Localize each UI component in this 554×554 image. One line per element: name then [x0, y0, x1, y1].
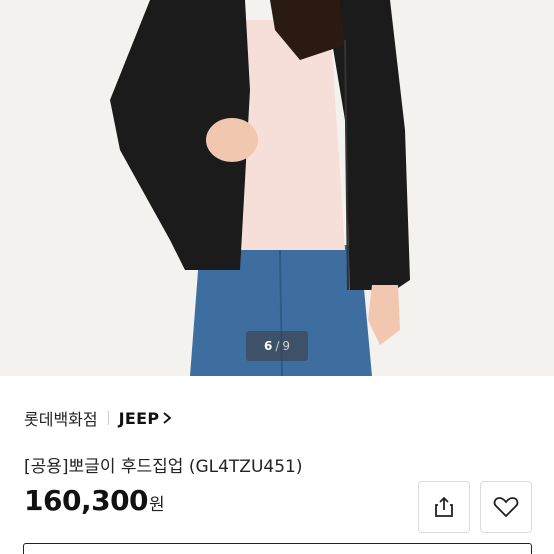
pager-current: 6 [263, 339, 273, 353]
pager-total: 9 [282, 339, 291, 353]
brand-link[interactable]: JEEP [119, 409, 160, 428]
share-button[interactable] [418, 481, 470, 533]
wishlist-button[interactable] [480, 481, 532, 533]
pager-separator: / [275, 339, 280, 353]
heart-icon [493, 497, 519, 518]
store-name[interactable]: 롯데백화점 [24, 406, 98, 430]
share-icon [435, 496, 453, 517]
product-title: [공용]뽀글이 후드집업 (GL4TZU451) [24, 457, 303, 477]
gallery-pager: 6 / 9 [246, 331, 308, 361]
divider [107, 411, 109, 425]
product-photo [0, 0, 554, 376]
brand-row: 롯데백화점 JEEP [24, 406, 172, 430]
action-button[interactable] [23, 543, 532, 554]
price-currency: 원 [149, 495, 165, 515]
price-value: 160,300 [24, 484, 149, 517]
price-row: 160,300 원 [24, 484, 165, 517]
chevron-right-icon[interactable] [162, 411, 172, 425]
product-image[interactable]: 6 / 9 [0, 0, 554, 376]
